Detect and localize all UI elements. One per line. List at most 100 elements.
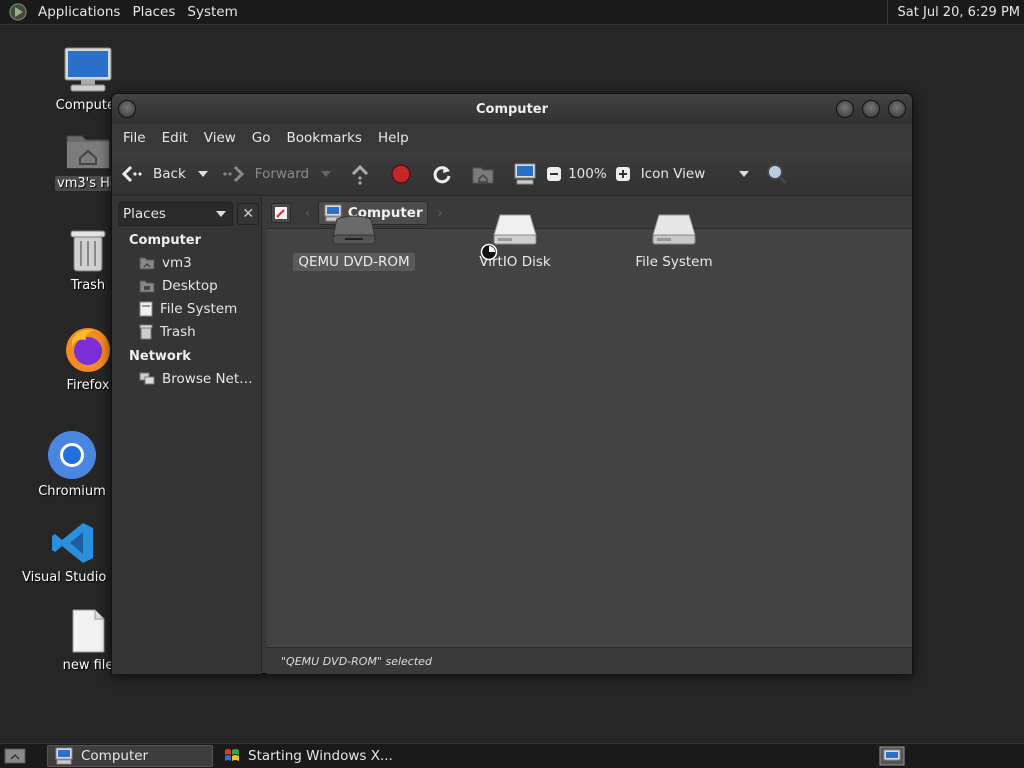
content-area: ‹ Computer › QEMU DVD-ROM VirtIO Disk Fi… bbox=[267, 197, 912, 674]
home-button[interactable] bbox=[472, 158, 494, 190]
computer-button[interactable] bbox=[513, 158, 537, 190]
workspace-icon bbox=[879, 746, 905, 766]
file-item-label: QEMU DVD-ROM bbox=[293, 253, 415, 271]
file-item-dvd[interactable]: QEMU DVD-ROM bbox=[289, 213, 419, 271]
forward-button[interactable]: Forward bbox=[222, 158, 309, 190]
window-menu-button[interactable] bbox=[118, 100, 136, 118]
show-desktop-button[interactable] bbox=[0, 745, 37, 767]
file-item-virtio-disk[interactable]: VirtIO Disk bbox=[450, 213, 580, 271]
search-icon bbox=[766, 163, 787, 184]
reload-icon bbox=[433, 165, 451, 183]
taskbar-item-starting-windows[interactable]: Starting Windows X... bbox=[217, 745, 399, 767]
sidebar-section-computer: Computer bbox=[129, 233, 202, 248]
forward-history-dropdown[interactable] bbox=[321, 158, 332, 190]
sidebar-item-label: Desktop bbox=[162, 277, 218, 294]
network-icon bbox=[139, 372, 155, 384]
back-history-dropdown[interactable] bbox=[197, 158, 208, 190]
desktop-icon-chromium[interactable]: Chromium bbox=[27, 430, 117, 503]
maximize-button[interactable] bbox=[862, 100, 880, 118]
close-icon: ✕ bbox=[242, 206, 255, 222]
stop-button[interactable] bbox=[390, 158, 412, 190]
view-mode-select[interactable]: Icon View bbox=[641, 158, 749, 190]
home-folder-icon bbox=[472, 167, 494, 183]
chromium-icon bbox=[48, 431, 96, 479]
clock[interactable]: Sat Jul 20, 6:29 PM bbox=[886, 0, 1024, 25]
sidebar-type-select[interactable]: Places bbox=[118, 202, 234, 226]
sidebar-item-label: Trash bbox=[160, 323, 196, 340]
sidebar-item-label: vm3 bbox=[162, 254, 192, 271]
up-arrow-icon bbox=[352, 164, 369, 185]
chevron-down-icon bbox=[216, 211, 227, 217]
sidebar-item-label: Browse Net… bbox=[162, 370, 253, 387]
minimize-button[interactable] bbox=[836, 100, 854, 118]
toolbar: Back Forward 100% Icon View bbox=[112, 152, 912, 196]
menu-help[interactable]: Help bbox=[370, 130, 417, 146]
optical-drive-icon bbox=[332, 215, 376, 245]
back-arrow-icon bbox=[121, 165, 142, 182]
windows-logo-icon bbox=[225, 749, 239, 761]
sidebar-item-vm3[interactable]: vm3 bbox=[112, 251, 261, 274]
home-folder-icon bbox=[66, 135, 110, 169]
file-item-file-system[interactable]: File System bbox=[609, 213, 739, 271]
computer-icon bbox=[64, 47, 112, 92]
desktop-folder-icon bbox=[139, 280, 155, 292]
computer-icon bbox=[55, 747, 73, 765]
sidebar: Places ✕ Computer vm3 Desktop File Syste… bbox=[112, 197, 262, 674]
zoom-level-text: 100% bbox=[568, 165, 607, 182]
sidebar-item-file-system[interactable]: File System bbox=[112, 297, 261, 320]
location-toggle-button[interactable] bbox=[271, 202, 291, 223]
places-menu[interactable]: Places bbox=[126, 4, 181, 20]
window-title: Computer bbox=[475, 101, 549, 117]
top-panel: Applications Places System Sat Jul 20, 6… bbox=[0, 0, 1024, 25]
edit-location-icon bbox=[275, 206, 287, 219]
sidebar-item-desktop[interactable]: Desktop bbox=[112, 274, 261, 297]
menu-go[interactable]: Go bbox=[244, 130, 279, 146]
zoom-out-button[interactable] bbox=[546, 158, 562, 190]
firefox-icon bbox=[66, 328, 110, 372]
workspace-switcher[interactable] bbox=[873, 745, 918, 767]
file-manager-window: Computer File Edit View Go Bookmarks Hel… bbox=[111, 93, 913, 674]
menu-file[interactable]: File bbox=[115, 130, 154, 146]
computer-icon bbox=[514, 163, 536, 184]
sidebar-item-label: File System bbox=[160, 300, 238, 317]
sidebar-type-value: Places bbox=[123, 206, 166, 222]
sidebar-item-browse-network[interactable]: Browse Net… bbox=[112, 367, 261, 390]
hard-disk-icon bbox=[493, 214, 537, 245]
path-scroll-right-icon[interactable]: › bbox=[438, 206, 443, 220]
menu-view[interactable]: View bbox=[196, 130, 244, 146]
forward-label: Forward bbox=[254, 165, 310, 182]
up-button[interactable] bbox=[349, 158, 371, 190]
window-titlebar[interactable]: Computer bbox=[112, 94, 912, 124]
zoom-level[interactable]: 100% bbox=[568, 158, 607, 190]
forward-arrow-icon bbox=[223, 165, 244, 182]
taskbar-item-computer[interactable]: Computer bbox=[47, 745, 213, 767]
bottom-panel: Computer Starting Windows X... bbox=[0, 743, 1024, 768]
menu-bookmarks[interactable]: Bookmarks bbox=[279, 130, 370, 146]
close-button[interactable] bbox=[888, 100, 906, 118]
reload-button[interactable] bbox=[431, 158, 453, 190]
back-button[interactable]: Back bbox=[120, 158, 186, 190]
applications-menu[interactable]: Applications bbox=[32, 4, 126, 20]
file-item-label: File System bbox=[635, 254, 713, 270]
desktop-icon-label: Chromium bbox=[38, 484, 106, 499]
system-menu[interactable]: System bbox=[181, 4, 243, 20]
taskbar-item-label: Computer bbox=[81, 748, 149, 764]
search-button[interactable] bbox=[765, 158, 789, 190]
home-folder-icon bbox=[139, 257, 155, 269]
desktop-icon-label: Trash bbox=[70, 278, 106, 293]
zoom-in-icon bbox=[615, 166, 630, 181]
view-mode-value: Icon View bbox=[640, 165, 706, 182]
distro-logo-icon[interactable] bbox=[8, 2, 28, 22]
sidebar-item-trash[interactable]: Trash bbox=[112, 320, 261, 343]
file-system-icon bbox=[139, 301, 153, 316]
menu-edit[interactable]: Edit bbox=[154, 130, 196, 146]
stop-icon bbox=[391, 163, 411, 184]
desktop-icon-label: Firefox bbox=[66, 378, 110, 393]
sidebar-close-button[interactable]: ✕ bbox=[237, 203, 259, 225]
trash-icon bbox=[139, 324, 153, 339]
zoom-in-button[interactable] bbox=[615, 158, 631, 190]
file-icon bbox=[72, 609, 105, 653]
sidebar-header: Places ✕ bbox=[114, 201, 259, 227]
busy-cursor-icon bbox=[480, 243, 498, 261]
trash-icon bbox=[70, 230, 106, 272]
